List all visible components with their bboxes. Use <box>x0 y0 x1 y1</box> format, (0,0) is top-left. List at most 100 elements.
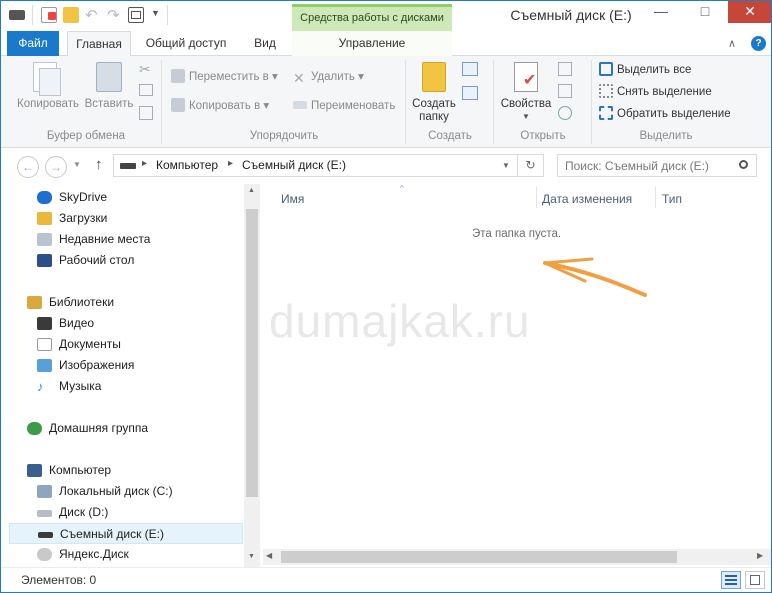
ribbon: Копировать Вставить ✂ Буфер обмена Перем… <box>1 56 771 148</box>
close-button[interactable]: ✕ <box>728 1 771 23</box>
group-separator <box>161 60 162 144</box>
up-button[interactable]: ↑ <box>95 156 103 173</box>
downloads-folder-icon <box>37 212 52 225</box>
cloud-icon <box>37 191 52 204</box>
nav-item-libraries[interactable]: Библиотеки <box>27 292 232 313</box>
minimize-button[interactable]: — <box>641 1 681 23</box>
delete-button[interactable]: ✕ Удалить ▾ <box>293 67 364 87</box>
properties-icon[interactable] <box>41 7 57 23</box>
copy-label: Копировать <box>17 98 79 110</box>
qat-dropdown-icon[interactable]: ▼ <box>151 8 160 18</box>
scroll-left-icon[interactable]: ◀ <box>266 551 272 560</box>
libraries-icon <box>27 296 42 309</box>
customize-view-icon[interactable] <box>128 7 144 23</box>
maximize-button[interactable]: □ <box>685 1 725 23</box>
nav-item-pictures[interactable]: Изображения <box>37 355 242 376</box>
new-folder-icon[interactable] <box>63 7 79 23</box>
breadcrumb-removable-disk[interactable]: Съемный диск (E:) <box>242 158 346 172</box>
history-icon[interactable] <box>558 106 572 120</box>
horizontal-scroll-thumb[interactable] <box>281 551 677 563</box>
redo-icon[interactable]: ↷ <box>107 6 120 24</box>
tab-home[interactable]: Главная <box>67 31 131 57</box>
delete-icon: ✕ <box>293 70 305 86</box>
copy-to-button[interactable]: Копировать в ▾ <box>171 96 269 116</box>
open-icon[interactable] <box>558 62 572 76</box>
undo-icon[interactable]: ↶ <box>85 6 98 24</box>
address-dropdown-icon[interactable]: ▼ <box>502 161 510 170</box>
nav-item-local-disk-c[interactable]: Локальный диск (C:) <box>37 481 242 502</box>
homegroup-icon <box>27 422 42 435</box>
address-bar[interactable]: ▸ Компьютер ▸ Съемный диск (E:) ▼ <box>113 154 518 177</box>
system-menu-icon[interactable] <box>9 10 25 20</box>
copy-icon <box>33 62 61 96</box>
tab-share[interactable]: Общий доступ <box>139 31 233 56</box>
explorer-window: ↶ ↷ ▼ Средства работы с дисками Съемный … <box>0 0 772 593</box>
collapse-ribbon-icon[interactable]: ∧ <box>728 37 736 50</box>
nav-item-documents[interactable]: Документы <box>37 334 242 355</box>
new-item-icon[interactable] <box>462 62 478 76</box>
nav-item-recent-places[interactable]: Недавние места <box>37 229 242 250</box>
group-create-label: Создать <box>428 130 472 142</box>
tab-file[interactable]: Файл <box>7 31 59 56</box>
column-divider[interactable] <box>536 186 537 208</box>
nav-label: Домашняя группа <box>49 421 149 435</box>
nav-item-desktop[interactable]: Рабочий стол <box>37 250 242 271</box>
large-icons-view-button[interactable] <box>745 571 765 589</box>
copy-button[interactable]: Копировать <box>15 58 81 118</box>
new-folder-label-line2: папку <box>419 111 449 123</box>
search-input[interactable]: Поиск: Съемный диск (E:) <box>557 154 757 177</box>
easy-access-icon[interactable] <box>462 86 478 100</box>
column-header-date-modified[interactable]: Дата изменения <box>542 192 632 206</box>
paste-shortcut-icon[interactable] <box>139 106 153 120</box>
nav-item-video[interactable]: Видео <box>37 313 242 334</box>
group-clipboard-label: Буфер обмена <box>46 130 126 142</box>
column-header-type[interactable]: Тип <box>662 192 682 206</box>
move-to-icon <box>171 69 185 83</box>
music-icon: ♪ <box>37 379 44 394</box>
nav-item-disk-d[interactable]: Диск (D:) <box>37 502 242 523</box>
new-folder-button[interactable]: Создать папку <box>409 58 459 124</box>
cut-icon[interactable]: ✂ <box>139 61 151 78</box>
new-folder-label-line1: Создать <box>412 98 456 110</box>
invert-selection-icon <box>599 106 613 120</box>
nav-label: Загрузки <box>59 211 108 225</box>
scroll-right-icon[interactable]: ▶ <box>757 551 763 560</box>
breadcrumb-computer[interactable]: Компьютер <box>156 158 218 172</box>
edit-icon[interactable] <box>558 84 572 98</box>
tab-view[interactable]: Вид <box>243 31 287 56</box>
nav-item-computer[interactable]: Компьютер <box>27 460 232 481</box>
file-list[interactable]: ^ Имя Дата изменения Тип <box>260 184 771 567</box>
properties-button[interactable]: ✔ Свойства ▼ <box>497 58 555 124</box>
details-view-button[interactable] <box>721 571 741 589</box>
scroll-up-icon[interactable]: ▲ <box>248 187 255 194</box>
nav-item-homegroup[interactable]: Домашняя группа <box>27 418 232 439</box>
column-header-name[interactable]: Имя <box>281 192 304 206</box>
recent-locations-dropdown-icon[interactable]: ▼ <box>73 160 81 169</box>
refresh-button[interactable]: ↻ <box>517 154 544 177</box>
help-button[interactable]: ? <box>751 36 766 51</box>
select-none-button[interactable]: Снять выделение <box>599 82 712 102</box>
invert-selection-button[interactable]: Обратить выделение <box>599 104 731 124</box>
nav-item-removable-disk-e[interactable]: Съемный диск (E:) <box>9 523 243 544</box>
group-separator <box>493 60 494 144</box>
watermark: dumajkak.ru <box>269 295 531 347</box>
nav-item-skydrive[interactable]: SkyDrive <box>37 187 242 208</box>
rename-button[interactable]: Переименовать <box>293 96 395 116</box>
tab-manage[interactable]: Управление <box>292 31 452 56</box>
yandex-disk-icon <box>37 548 52 561</box>
column-divider[interactable] <box>655 186 656 208</box>
nav-pane-scroll-thumb[interactable] <box>246 209 258 497</box>
forward-button[interactable]: → <box>45 156 67 178</box>
nav-item-downloads[interactable]: Загрузки <box>37 208 242 229</box>
select-all-button[interactable]: Выделить все <box>599 60 691 80</box>
scroll-down-icon[interactable]: ▼ <box>248 553 255 560</box>
paste-icon <box>96 62 122 92</box>
back-button[interactable]: ← <box>17 156 39 178</box>
group-select-label: Выделить <box>639 130 693 142</box>
copy-path-icon[interactable] <box>139 84 153 96</box>
move-to-button[interactable]: Переместить в ▾ <box>171 67 278 87</box>
ribbon-tabs: Файл Главная Общий доступ Вид Управление… <box>1 31 771 57</box>
nav-item-music[interactable]: ♪ Музыка <box>37 376 242 397</box>
paste-button[interactable]: Вставить <box>83 58 135 118</box>
nav-item-yandex-disk[interactable]: Яндекс.Диск <box>37 544 242 565</box>
